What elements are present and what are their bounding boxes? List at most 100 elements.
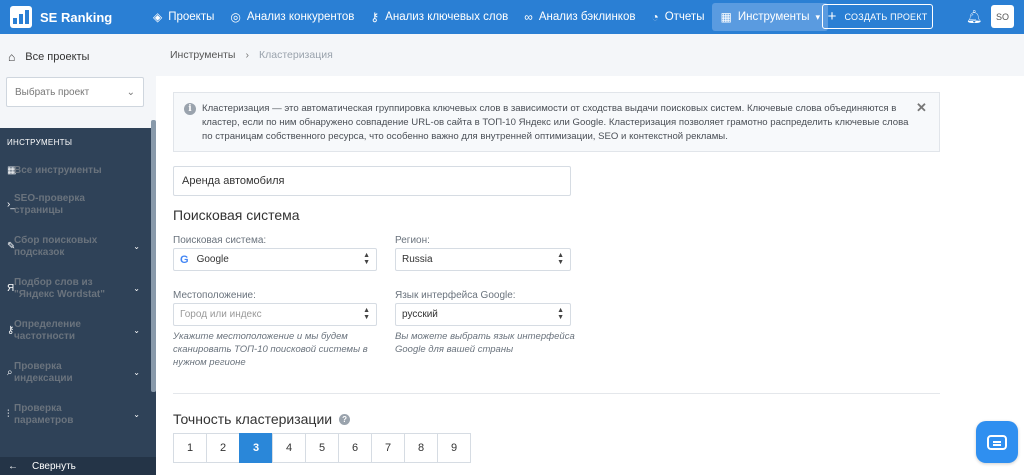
nav-competitors[interactable]: ◎ Анализ конкурентов: [222, 0, 362, 34]
engine-select[interactable]: G Google ▲ ▼: [173, 248, 377, 271]
accuracy-option-8[interactable]: 8: [404, 433, 438, 463]
sidebar-item-label: Определение частотности: [14, 319, 81, 342]
engine-value: Google: [196, 254, 229, 265]
location-select[interactable]: Город или индекс ▲ ▼: [173, 303, 377, 326]
nav-label: Анализ бэклинков: [538, 11, 636, 23]
info-notice: i Кластеризация — это автоматическая гру…: [173, 92, 940, 152]
chevron-down-icon: ⌄: [133, 368, 140, 377]
chat-icon: [987, 434, 1007, 450]
link-icon: ∞: [524, 10, 533, 24]
accuracy-option-9[interactable]: 9: [437, 433, 471, 463]
location-placeholder: Город или индекс: [180, 309, 262, 320]
accuracy-heading-text: Точность кластеризации: [173, 411, 333, 427]
chevron-down-icon: ⌄: [133, 242, 140, 251]
plus-icon: +: [827, 8, 837, 25]
collapse-label: Свернуть: [32, 460, 76, 472]
all-projects-label: Все проекты: [25, 51, 90, 63]
help-icon[interactable]: ?: [339, 413, 351, 425]
sidebar-item-search-suggestions[interactable]: ✎ Сбор поисковых подсказок ⌄: [0, 226, 150, 268]
main-nav: ◈ Проекты ◎ Анализ конкурентов ⚷ Анализ …: [145, 0, 829, 34]
create-project-label: СОЗДАТЬ ПРОЕКТ: [844, 11, 928, 22]
breadcrumb-current: Кластеризация: [258, 49, 333, 61]
keyword-input[interactable]: Аренда автомобиля: [173, 166, 571, 196]
info-text: Кластеризация — это автоматическая групп…: [202, 103, 909, 142]
sidebar-project-area: ⌂ Все проекты Выбрать проект ⌄: [0, 34, 156, 128]
accuracy-option-7[interactable]: 7: [371, 433, 405, 463]
language-hint: Вы можете выбрать язык интерфейса Google…: [395, 331, 575, 355]
language-select[interactable]: русский ▲ ▼: [395, 303, 571, 326]
chat-button[interactable]: [976, 421, 1018, 463]
language-label: Язык интерфейса Google:: [395, 290, 516, 301]
nav-label: Инструменты: [737, 11, 810, 23]
accuracy-option-2[interactable]: 2: [206, 433, 240, 463]
collapse-sidebar-button[interactable]: ← Свернуть: [0, 457, 156, 475]
logo[interactable]: SE Ranking: [0, 6, 145, 28]
breadcrumb: Инструменты › Кластеризация: [156, 34, 1024, 76]
region-label: Регион:: [395, 235, 430, 246]
logo-text: SE Ranking: [40, 9, 113, 25]
arrow-left-icon: ←: [8, 460, 18, 472]
chevron-right-icon: ›: [245, 49, 249, 61]
chevron-down-icon: ⌄: [133, 284, 140, 293]
project-select-placeholder: Выбрать проект: [15, 86, 90, 98]
top-bar: SE Ranking ◈ Проекты ◎ Анализ конкуренто…: [0, 0, 1024, 34]
region-select[interactable]: Russia ▲ ▼: [395, 248, 571, 271]
sidebar-item-label: SEO-проверка страницы: [14, 193, 85, 216]
nav-backlinks[interactable]: ∞ Анализ бэклинков: [516, 0, 643, 34]
project-select[interactable]: Выбрать проект ⌄: [6, 77, 144, 107]
avatar[interactable]: SO: [991, 5, 1014, 28]
nav-keywords[interactable]: ⚷ Анализ ключевых слов: [362, 0, 516, 34]
nav-label: Анализ конкурентов: [246, 11, 355, 23]
updown-icon: ▲ ▼: [363, 307, 370, 321]
sidebar-tools-list: ▦ Все инструменты ›_ SEO-проверка страни…: [0, 158, 150, 436]
accuracy-option-4[interactable]: 4: [272, 433, 306, 463]
region-value: Russia: [402, 254, 433, 265]
sidebar-item-label: Проверка индексации: [14, 361, 73, 384]
updown-icon: ▲ ▼: [557, 252, 564, 266]
target-icon: ◎: [230, 10, 241, 24]
accuracy-option-5[interactable]: 5: [305, 433, 339, 463]
main-content: i Кластеризация — это автоматическая гру…: [156, 76, 1024, 475]
accuracy-selector: 1 2 3 4 5 6 7 8 9: [173, 433, 471, 463]
sidebar-section-title: ИНСТРУМЕНТЫ: [7, 138, 73, 147]
close-icon[interactable]: ✕: [916, 100, 927, 116]
nav-reports[interactable]: ◔ Отчеты: [643, 0, 712, 34]
sidebar-item-frequency[interactable]: ⚷ Определение частотности ⌄: [0, 310, 150, 352]
sidebar-item-parameters[interactable]: ⫶ Проверка параметров ⌄: [0, 394, 150, 436]
logo-icon: [10, 6, 32, 28]
breadcrumb-parent[interactable]: Инструменты: [170, 49, 235, 61]
accuracy-option-1[interactable]: 1: [173, 433, 207, 463]
chevron-down-icon: ⌄: [133, 326, 140, 335]
sidebar-item-wordstat[interactable]: Я Подбор слов из "Яндекс Wordstat" ⌄: [0, 268, 150, 310]
sidebar-item-label: Подбор слов из "Яндекс Wordstat": [14, 277, 105, 300]
sidebar-item-indexing[interactable]: ⌕ Проверка индексации ⌄: [0, 352, 150, 394]
chevron-down-icon: ⌄: [133, 410, 140, 419]
nav-tools[interactable]: ▦ Инструменты ▾: [712, 3, 829, 31]
nav-label: Проекты: [168, 11, 215, 23]
create-project-button[interactable]: + СОЗДАТЬ ПРОЕКТ: [822, 4, 933, 29]
sidebar-item-seo-check[interactable]: ›_ SEO-проверка страницы: [0, 184, 150, 226]
all-projects-link[interactable]: ⌂ Все проекты: [8, 50, 89, 64]
engine-label: Поисковая система:: [173, 235, 267, 246]
chevron-down-icon: ⌄: [126, 86, 135, 98]
updown-icon: ▲ ▼: [363, 252, 370, 266]
accuracy-option-3[interactable]: 3: [239, 433, 273, 463]
divider: [173, 393, 940, 394]
layers-icon: ◈: [153, 10, 163, 24]
pie-chart-icon: ◔: [651, 10, 659, 24]
sidebar-item-all-tools[interactable]: ▦ Все инструменты: [0, 158, 150, 184]
home-icon: ⌂: [8, 50, 16, 64]
accuracy-option-6[interactable]: 6: [338, 433, 372, 463]
sidebar: ⌂ Все проекты Выбрать проект ⌄ ИНСТРУМЕН…: [0, 34, 156, 475]
search-engine-heading: Поисковая система: [173, 207, 300, 223]
sidebar-item-label: Сбор поисковых подсказок: [14, 235, 98, 258]
nav-projects[interactable]: ◈ Проекты: [145, 0, 222, 34]
nav-label: Анализ ключевых слов: [385, 11, 509, 23]
nav-label: Отчеты: [664, 11, 705, 23]
updown-icon: ▲ ▼: [557, 307, 564, 321]
sidebar-item-label: Проверка параметров: [14, 403, 74, 426]
chevron-down-icon: ▾: [815, 11, 821, 22]
language-value: русский: [402, 309, 438, 320]
key-icon: ⚷: [370, 10, 380, 24]
bell-icon[interactable]: 🔔︎: [966, 9, 983, 25]
